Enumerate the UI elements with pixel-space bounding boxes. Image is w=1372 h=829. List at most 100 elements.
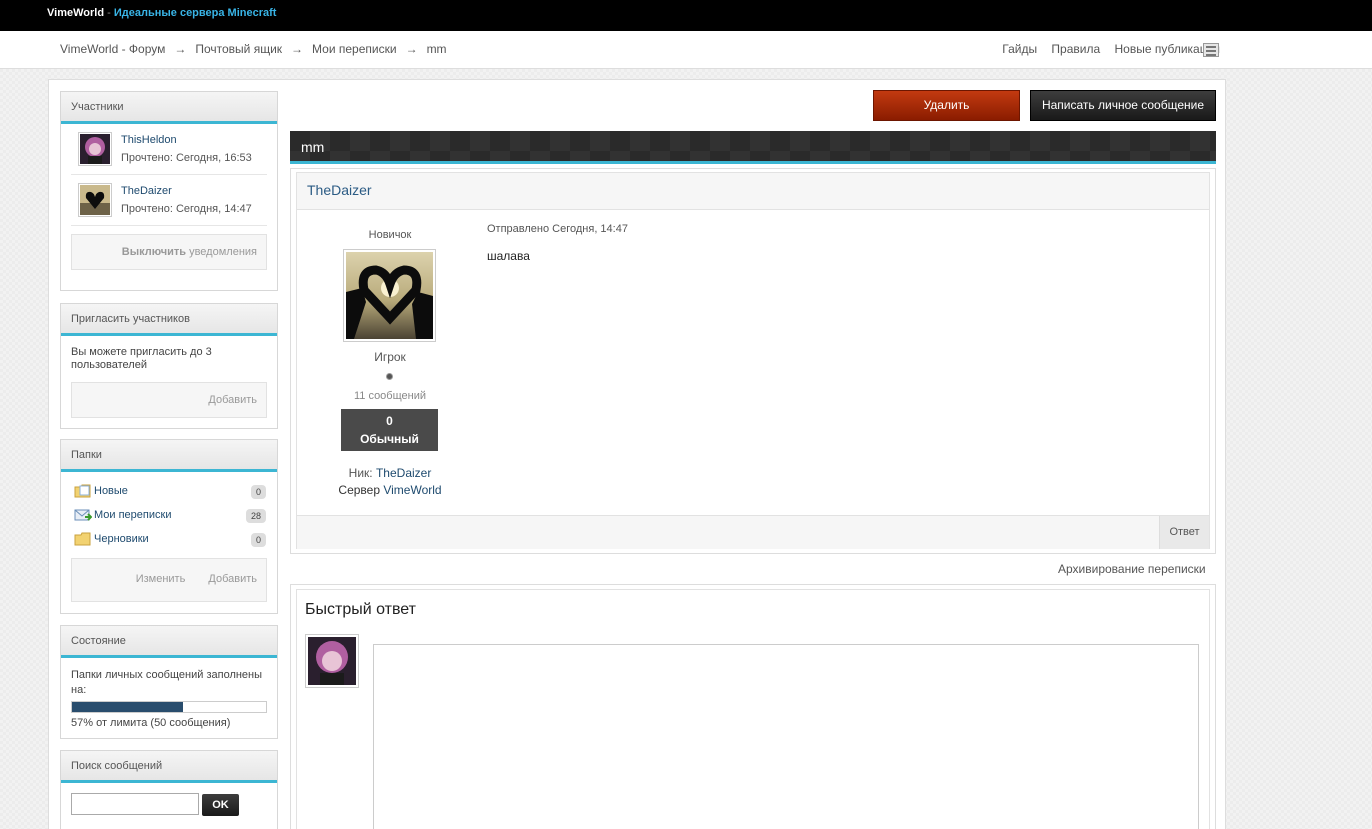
folder-label[interactable]: Черновики [94, 533, 149, 545]
avatar-pink-hair-icon [80, 134, 110, 164]
author-avatar[interactable] [343, 249, 436, 342]
quick-reply-section: Быстрый ответ [290, 584, 1216, 829]
folder-label[interactable]: Новые [94, 485, 128, 497]
storage-progress-bar [71, 701, 267, 713]
toggle-notifications-button[interactable]: Выключить уведомления [71, 234, 267, 270]
breadcrumb-arrow: → [291, 42, 304, 56]
message-post: TheDaizer Новичок Игрок 11 сообщений 0 О… [290, 168, 1216, 554]
quick-reply-title: Быстрый ответ [305, 601, 416, 618]
avatar-pink-hair-icon [308, 637, 356, 685]
author-post-count: 11 сообщений [353, 390, 427, 402]
participants-widget: Участники ThisHeldon Прочтено: Сегодня, … [60, 91, 278, 291]
quick-reply-inner: Быстрый ответ [296, 589, 1210, 829]
breadcrumb-forum[interactable]: VimeWorld - Форум [60, 42, 165, 56]
brand-name: VimeWorld [47, 7, 105, 19]
top-bar: VimeWorld - Идеальные сервера Minecraft [0, 0, 1372, 31]
server-label: Сервер [338, 483, 384, 497]
member-read-status: Прочтено: Сегодня, 14:47 [121, 203, 252, 215]
archive-conversation-link[interactable]: Архивирование переписки [1058, 562, 1206, 576]
folder-drafts[interactable]: Черновики 0 [71, 530, 267, 554]
participants-title: Участники [61, 92, 277, 124]
invite-title: Пригласить участников [61, 304, 277, 336]
avatar-heart-hands-icon [80, 185, 110, 215]
invite-text: Вы можете пригласить до 3 пользователей [71, 346, 212, 371]
message-post-inner: TheDaizer Новичок Игрок 11 сообщений 0 О… [296, 172, 1210, 549]
author-info: Новичок Игрок 11 сообщений 0 Обычный Ник… [297, 210, 483, 510]
breadcrumb-conversations[interactable]: Мои переписки [312, 42, 397, 56]
nav-bar: VimeWorld - Форум → Почтовый ящик → Мои пере… [0, 31, 1372, 69]
compose-message-button[interactable]: Написать личное сообщение [1030, 90, 1216, 121]
reputation-badge: 0 Обычный [341, 409, 438, 451]
folders-body: Новые 0 Мои переписки 28 Черновики 0 Изм… [61, 472, 277, 612]
storage-progress-fill [72, 702, 183, 712]
mail-arrow-icon [74, 509, 92, 521]
delete-button[interactable]: Удалить [873, 90, 1020, 121]
folder-count-badge: 28 [245, 509, 266, 523]
post-author-name[interactable]: TheDaizer [307, 182, 372, 198]
post-header: TheDaizer [297, 173, 1209, 210]
storage-progress-text: 57% от лимита (50 сообщения) [71, 717, 231, 729]
status-widget: Состояние Папки личных сообщений заполне… [60, 625, 278, 739]
brand-tagline: Идеальные сервера Minecraft [113, 7, 277, 19]
folders-edit-button[interactable]: Изменить [136, 573, 186, 585]
folder-label[interactable]: Мои переписки [94, 509, 171, 521]
folder-open-icon [74, 484, 91, 498]
post-date: Отправлено Сегодня, 14:47 [487, 223, 628, 235]
avatar-heart-hands-icon [346, 252, 433, 339]
folder-count-badge: 0 [250, 533, 266, 547]
nick-label: Ник: [348, 466, 376, 480]
nav-link-rules[interactable]: Правила [1051, 42, 1100, 56]
author-nick: Ник: TheDaizer [297, 466, 483, 480]
author-group: Игрок [374, 350, 406, 364]
member-name[interactable]: ThisHeldon [121, 134, 177, 146]
reputation-value: 0 [386, 414, 393, 428]
author-server: Сервер VimeWorld [297, 483, 483, 497]
breadcrumb: VimeWorld - Форум → Почтовый ящик → Мои пере… [60, 42, 447, 56]
avatar[interactable] [78, 183, 112, 217]
breadcrumb-arrow: → [174, 42, 187, 56]
online-status-dot-icon [386, 373, 393, 380]
topic-title: mm [301, 139, 325, 155]
breadcrumb-current: mm [426, 42, 447, 56]
breadcrumb-mailbox[interactable]: Почтовый ящик [195, 42, 282, 56]
search-widget: Поиск сообщений OK [60, 750, 278, 829]
quick-reply-editor[interactable] [373, 644, 1199, 829]
folder-icon [74, 532, 91, 546]
folder-new[interactable]: Новые 0 [71, 482, 267, 506]
search-ok-button[interactable]: OK [202, 794, 239, 816]
topic-title-bar: mm [290, 131, 1216, 164]
invite-widget: Пригласить участников Вы можете пригласи… [60, 303, 278, 429]
folders-add-button[interactable]: Добавить [208, 573, 257, 585]
folder-count-badge: 0 [250, 485, 266, 499]
search-input[interactable] [71, 793, 199, 815]
server-value: VimeWorld [383, 483, 442, 497]
status-title: Состояние [61, 626, 277, 658]
site-brand[interactable]: VimeWorld - Идеальные сервера Minecraft [47, 7, 276, 19]
member-item[interactable]: TheDaizer Прочтено: Сегодня, 14:47 [71, 175, 267, 226]
avatar[interactable] [78, 132, 112, 166]
member-item[interactable]: ThisHeldon Прочтено: Сегодня, 16:53 [71, 124, 267, 175]
folder-my-conversations[interactable]: Мои переписки 28 [71, 506, 267, 530]
search-title: Поиск сообщений [61, 751, 277, 783]
member-name[interactable]: TheDaizer [121, 185, 172, 197]
breadcrumb-arrow: → [405, 42, 418, 56]
invite-body: Вы можете пригласить до 3 пользователей … [61, 336, 277, 428]
reply-button[interactable]: Ответ [1159, 516, 1209, 549]
reputation-level: Обычный [360, 432, 419, 446]
nick-value: TheDaizer [375, 466, 432, 480]
member-read-status: Прочтено: Сегодня, 16:53 [121, 152, 252, 164]
notify-bold: Выключить [121, 246, 187, 258]
folders-title: Папки [61, 440, 277, 472]
invite-add-button[interactable]: Добавить [71, 382, 267, 418]
participants-body: ThisHeldon Прочтено: Сегодня, 16:53 TheD… [61, 124, 277, 270]
top-links: Гайды Правила Новые публикации [991, 42, 1220, 56]
menu-toggle-icon[interactable] [1203, 43, 1219, 57]
current-user-avatar [305, 634, 359, 688]
post-footer: Ответ [297, 515, 1209, 549]
nav-link-guides[interactable]: Гайды [1002, 42, 1037, 56]
status-text: Папки личных сообщений заполнены на: [71, 669, 263, 696]
content-wrapper: Участники ThisHeldon Прочтено: Сегодня, … [48, 79, 1226, 829]
author-title: Новичок [368, 229, 412, 241]
folders-actions: Изменить Добавить [71, 558, 267, 602]
status-body: Папки личных сообщений заполнены на: 57%… [61, 658, 277, 739]
